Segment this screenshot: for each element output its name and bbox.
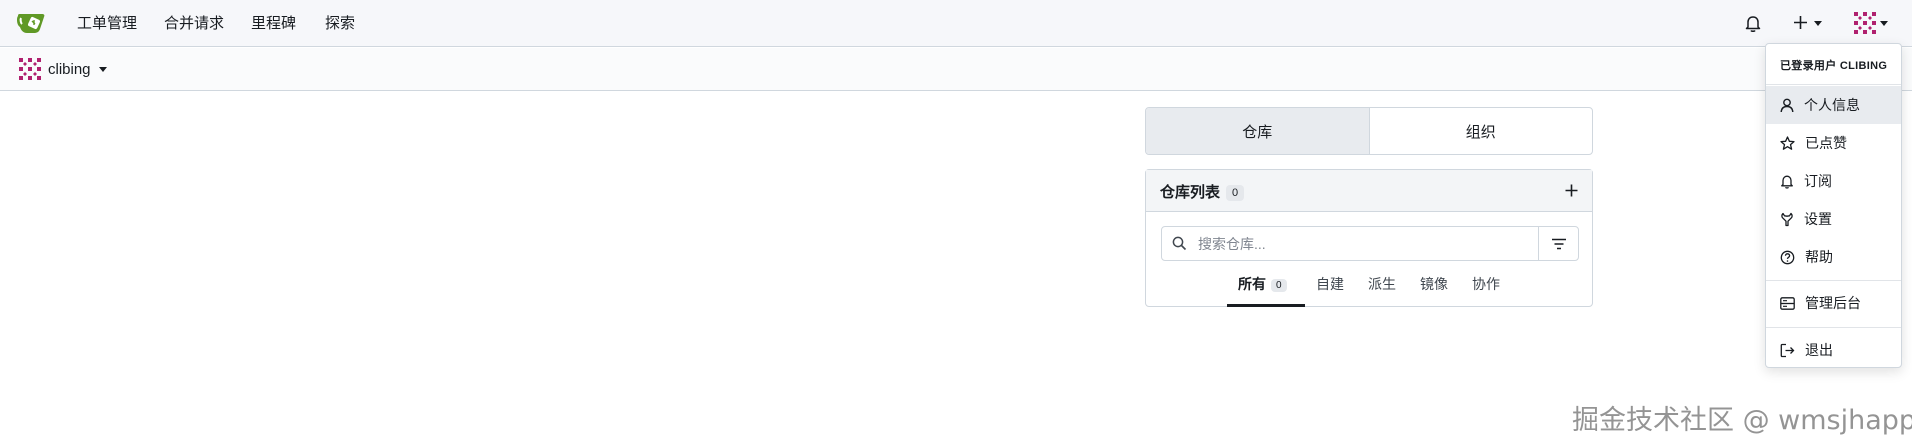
search-icon bbox=[1172, 236, 1187, 251]
server-icon bbox=[1780, 296, 1795, 310]
filter-button[interactable] bbox=[1538, 227, 1578, 260]
bell-icon bbox=[1781, 175, 1793, 189]
watermark: 掘金技术社区 @ wmsjhappy bbox=[1572, 405, 1912, 436]
menu-item-label: 管理后台 bbox=[1805, 295, 1861, 311]
context-switcher[interactable]: clibing bbox=[18, 56, 107, 82]
menu-item-label: 已点赞 bbox=[1805, 135, 1847, 151]
menu-item-label: 设置 bbox=[1804, 211, 1832, 227]
repo-list-panel: 仓库列表0 所有0 自建 派生 镜像 协作 bbox=[1145, 169, 1593, 307]
menu-item-sign-out[interactable]: 退出 bbox=[1766, 331, 1901, 369]
repo-list-title: 仓库列表 0 bbox=[1160, 181, 1245, 202]
filter-all-count: 0 bbox=[1271, 279, 1287, 292]
menu-item-label: 个人信息 bbox=[1804, 97, 1860, 113]
dashboard-tabs: 仓库 组织 bbox=[1145, 107, 1593, 155]
chevron-down-icon bbox=[98, 66, 107, 72]
nav-pull-requests[interactable]: 合并请求 bbox=[164, 12, 224, 33]
divider bbox=[1766, 84, 1901, 85]
signed-in-header: 已登录用户 CLIBING bbox=[1780, 60, 1888, 72]
gitea-logo-icon[interactable] bbox=[16, 11, 46, 35]
user-avatar bbox=[19, 58, 41, 80]
divider bbox=[1766, 280, 1901, 281]
avatar[interactable] bbox=[1853, 11, 1877, 35]
question-icon bbox=[1780, 250, 1795, 264]
user-menu-dropdown: 已登录用户 CLIBING 个人信息 已点赞 订阅 设置 帮助 管理后台 退出 bbox=[1765, 43, 1902, 368]
menu-item-subscriptions[interactable]: 订阅 bbox=[1766, 162, 1901, 200]
plus-icon[interactable] bbox=[1793, 15, 1808, 30]
nav-explore[interactable]: 探索 bbox=[325, 12, 355, 33]
menu-item-starred[interactable]: 已点赞 bbox=[1766, 124, 1901, 162]
filter-tab-forks[interactable]: 派生 bbox=[1368, 274, 1396, 294]
menu-item-label: 退出 bbox=[1805, 342, 1833, 358]
menu-item-help[interactable]: 帮助 bbox=[1766, 238, 1901, 276]
repo-search-input[interactable] bbox=[1198, 233, 1528, 255]
context-bar: clibing bbox=[0, 48, 1912, 91]
repo-list-header: 仓库列表 0 bbox=[1146, 170, 1592, 212]
filter-tab-sources[interactable]: 自建 bbox=[1316, 274, 1344, 294]
avatar-chevron-down-icon[interactable] bbox=[1880, 21, 1888, 26]
filter-tab-all[interactable]: 所有 0 bbox=[1238, 274, 1287, 294]
menu-item-label: 订阅 bbox=[1804, 173, 1832, 189]
active-tab-underline bbox=[1227, 304, 1305, 307]
sign-out-icon bbox=[1780, 343, 1795, 357]
filter-tab-mirrors[interactable]: 镜像 bbox=[1420, 274, 1448, 294]
context-username: clibing bbox=[48, 60, 91, 78]
tools-icon bbox=[1781, 212, 1793, 226]
star-icon bbox=[1780, 135, 1795, 150]
repo-count-badge: 0 bbox=[1226, 185, 1245, 201]
chevron-down-icon[interactable] bbox=[1814, 21, 1822, 26]
divider bbox=[1766, 327, 1901, 328]
filter-icon bbox=[1551, 238, 1566, 249]
menu-item-site-admin[interactable]: 管理后台 bbox=[1766, 284, 1901, 322]
repo-search-box bbox=[1161, 226, 1579, 261]
menu-item-profile[interactable]: 个人信息 bbox=[1766, 86, 1901, 124]
top-navbar: 工单管理 合并请求 里程碑 探索 bbox=[0, 0, 1912, 47]
person-icon bbox=[1780, 98, 1794, 112]
nav-milestones[interactable]: 里程碑 bbox=[251, 12, 296, 33]
add-repo-icon[interactable] bbox=[1565, 184, 1578, 197]
filter-tab-collaborative[interactable]: 协作 bbox=[1472, 274, 1500, 294]
menu-item-label: 帮助 bbox=[1805, 249, 1833, 265]
nav-issues[interactable]: 工单管理 bbox=[77, 12, 137, 33]
bell-icon[interactable] bbox=[1744, 14, 1762, 33]
tab-repositories[interactable]: 仓库 bbox=[1146, 108, 1370, 154]
tab-organizations[interactable]: 组织 bbox=[1370, 108, 1593, 154]
menu-item-settings[interactable]: 设置 bbox=[1766, 200, 1901, 238]
